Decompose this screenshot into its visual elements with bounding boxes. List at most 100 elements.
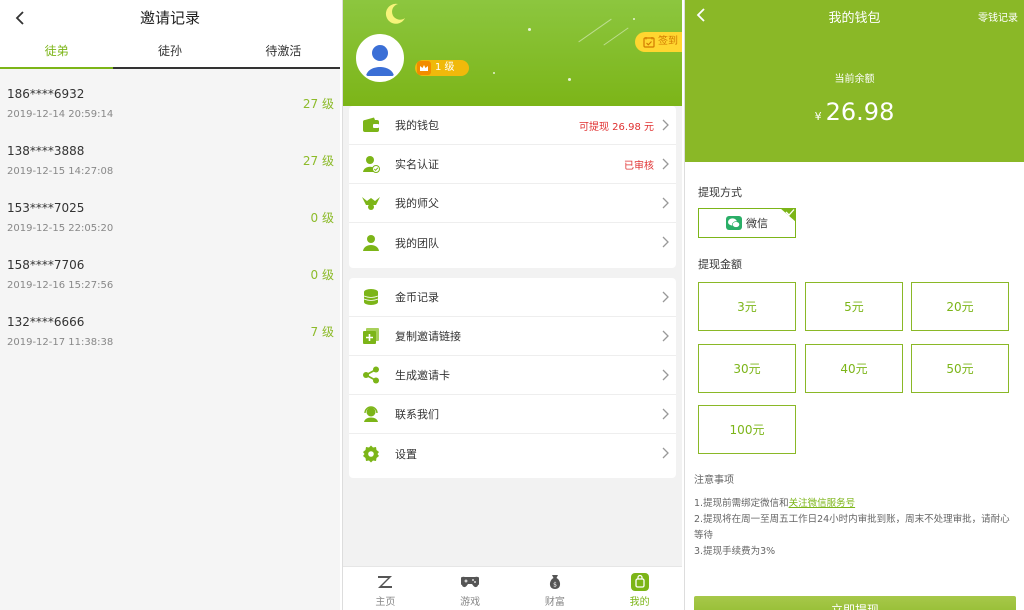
withdraw-button[interactable]: 立即提现 (694, 596, 1016, 610)
note-item: 3.提现手续费为3% (694, 546, 776, 557)
my-icon (597, 571, 682, 593)
coins-icon (361, 287, 381, 307)
menu-label: 我的钱包 (395, 119, 439, 132)
menu-item-copy-link[interactable]: 复制邀请链接 (349, 317, 676, 356)
chevron-right-icon (662, 447, 669, 459)
streak-decoration (603, 27, 629, 46)
record-phone: 158****7706 (7, 258, 85, 272)
amount-option[interactable]: 30元 (698, 344, 796, 393)
id-verify-icon (361, 154, 381, 174)
menu-label: 生成邀请卡 (395, 369, 450, 382)
menu-card-account: 我的钱包 可提现 26.98 元 实名认证 已审核 我的师父 我的团队 (349, 106, 676, 268)
gamepad-icon (428, 571, 513, 593)
record-time: 2019-12-14 20:59:14 (7, 109, 114, 120)
tab-mine[interactable]: 我的 (597, 567, 682, 610)
signin-button[interactable]: 签到 (635, 32, 682, 52)
menu-item-coin-record[interactable]: 金币记录 (349, 278, 676, 317)
calendar-icon (643, 37, 655, 48)
tab-pending-activation[interactable]: 待激活 (227, 36, 340, 67)
record-time: 2019-12-16 15:27:56 (7, 280, 114, 291)
record-list: 186****6932 2019-12-14 20:59:14 27 级 138… (0, 69, 340, 362)
wechat-icon (726, 216, 742, 230)
menu-item-settings[interactable]: 设置 (349, 434, 676, 473)
menu-item-real-name[interactable]: 实名认证 已审核 (349, 145, 676, 184)
home-icon (343, 571, 428, 593)
record-time: 2019-12-15 14:27:08 (7, 166, 114, 177)
follow-service-account-link[interactable]: 关注微信服务号 (789, 498, 856, 509)
balance-value: 26.98 (825, 98, 895, 126)
menu-label: 设置 (395, 447, 417, 461)
menu-item-team[interactable]: 我的团队 (349, 223, 676, 262)
wallet-header: 我的钱包 零钱记录 当前余额 ¥26.98 (685, 0, 1024, 162)
chevron-right-icon (662, 369, 669, 381)
menu-item-wallet[interactable]: 我的钱包 可提现 26.98 元 (349, 106, 676, 145)
menu-item-contact[interactable]: 联系我们 (349, 395, 676, 434)
list-item: 132****6666 2019-12-17 11:38:38 7 级 (0, 305, 340, 362)
amount-option[interactable]: 20元 (911, 282, 1009, 331)
master-icon (361, 193, 381, 213)
svg-text:$: $ (553, 582, 557, 589)
record-phone: 138****3888 (7, 144, 85, 158)
note-text: 1.提现前需绑定微信和 (694, 498, 789, 509)
menu-label: 我的师父 (395, 197, 439, 210)
amount-title: 提现金额 (698, 258, 742, 271)
record-level: 0 级 (310, 268, 334, 282)
list-item: 158****7706 2019-12-16 15:27:56 0 级 (0, 248, 340, 305)
selected-check-icon (780, 208, 796, 222)
level-text: 1 级 (435, 62, 455, 73)
chevron-right-icon (662, 291, 669, 303)
crown-icon (417, 61, 431, 75)
notes-list: 1.提现前需绑定微信和关注微信服务号 2.提现将在周一至周五工作日24小时内审批… (694, 496, 1014, 560)
record-phone: 132****6666 (7, 315, 85, 329)
tab-disciple[interactable]: 徒弟 (0, 36, 114, 69)
tab-wealth[interactable]: $ 财富 (513, 567, 598, 610)
list-item: 153****7025 2019-12-15 22:05:20 0 级 (0, 191, 340, 248)
list-item: 138****3888 2019-12-15 14:27:08 27 级 (0, 134, 340, 191)
record-level: 0 级 (310, 211, 334, 225)
wechat-method-option[interactable]: 微信 (698, 208, 796, 238)
withdrawable-amount: 可提现 26.98 元 (579, 121, 654, 133)
tab-games[interactable]: 游戏 (428, 567, 513, 610)
change-record-link[interactable]: 零钱记录 (978, 9, 1018, 24)
signin-label: 签到 (658, 36, 678, 47)
streak-decoration (578, 18, 612, 43)
customer-service-icon (361, 404, 381, 424)
method-label: 微信 (746, 217, 768, 230)
nav-bar: 邀请记录 (0, 0, 340, 36)
balance-label: 当前余额 (834, 74, 875, 85)
avatar[interactable] (356, 34, 404, 82)
invite-tabs: 徒弟 徒孙 待激活 (0, 36, 340, 69)
menu-item-invite-card[interactable]: 生成邀请卡 (349, 356, 676, 395)
tab-label: 我的 (629, 597, 650, 608)
page-title: 我的钱包 (828, 11, 881, 26)
chevron-right-icon (662, 408, 669, 420)
chevron-right-icon (662, 158, 669, 170)
menu-item-master[interactable]: 我的师父 (349, 184, 676, 223)
star-decoration (633, 18, 635, 20)
note-item: 1.提现前需绑定微信和关注微信服务号 (694, 496, 1014, 512)
moon-icon (383, 2, 407, 26)
amount-option[interactable]: 5元 (805, 282, 903, 331)
tab-grand-disciple[interactable]: 徒孙 (113, 36, 226, 67)
tab-home[interactable]: 主页 (343, 567, 428, 610)
chevron-right-icon (662, 197, 669, 209)
amount-option[interactable]: 50元 (911, 344, 1009, 393)
tab-label: 游戏 (460, 597, 481, 608)
list-item: 186****6932 2019-12-14 20:59:14 27 级 (0, 77, 340, 134)
balance-amount: ¥26.98 (685, 98, 1024, 126)
record-level: 27 级 (302, 154, 334, 168)
method-title: 提现方式 (698, 186, 742, 199)
share-icon (361, 365, 381, 385)
amount-option[interactable]: 100元 (698, 405, 796, 454)
chevron-right-icon (662, 236, 669, 248)
star-decoration (528, 28, 531, 31)
amount-option[interactable]: 3元 (698, 282, 796, 331)
money-bag-icon: $ (513, 571, 598, 593)
amount-option[interactable]: 40元 (805, 344, 903, 393)
profile-panel: 1 级 签到 我的钱包 可提现 26.98 元 实名认证 已审核 我的师父 我的… (342, 0, 682, 610)
menu-card-tools: 金币记录 复制邀请链接 生成邀请卡 联系我们 设置 (349, 278, 676, 478)
back-icon[interactable] (8, 0, 32, 36)
chevron-right-icon (662, 119, 669, 131)
chevron-right-icon (662, 330, 669, 342)
gear-icon (361, 444, 381, 464)
